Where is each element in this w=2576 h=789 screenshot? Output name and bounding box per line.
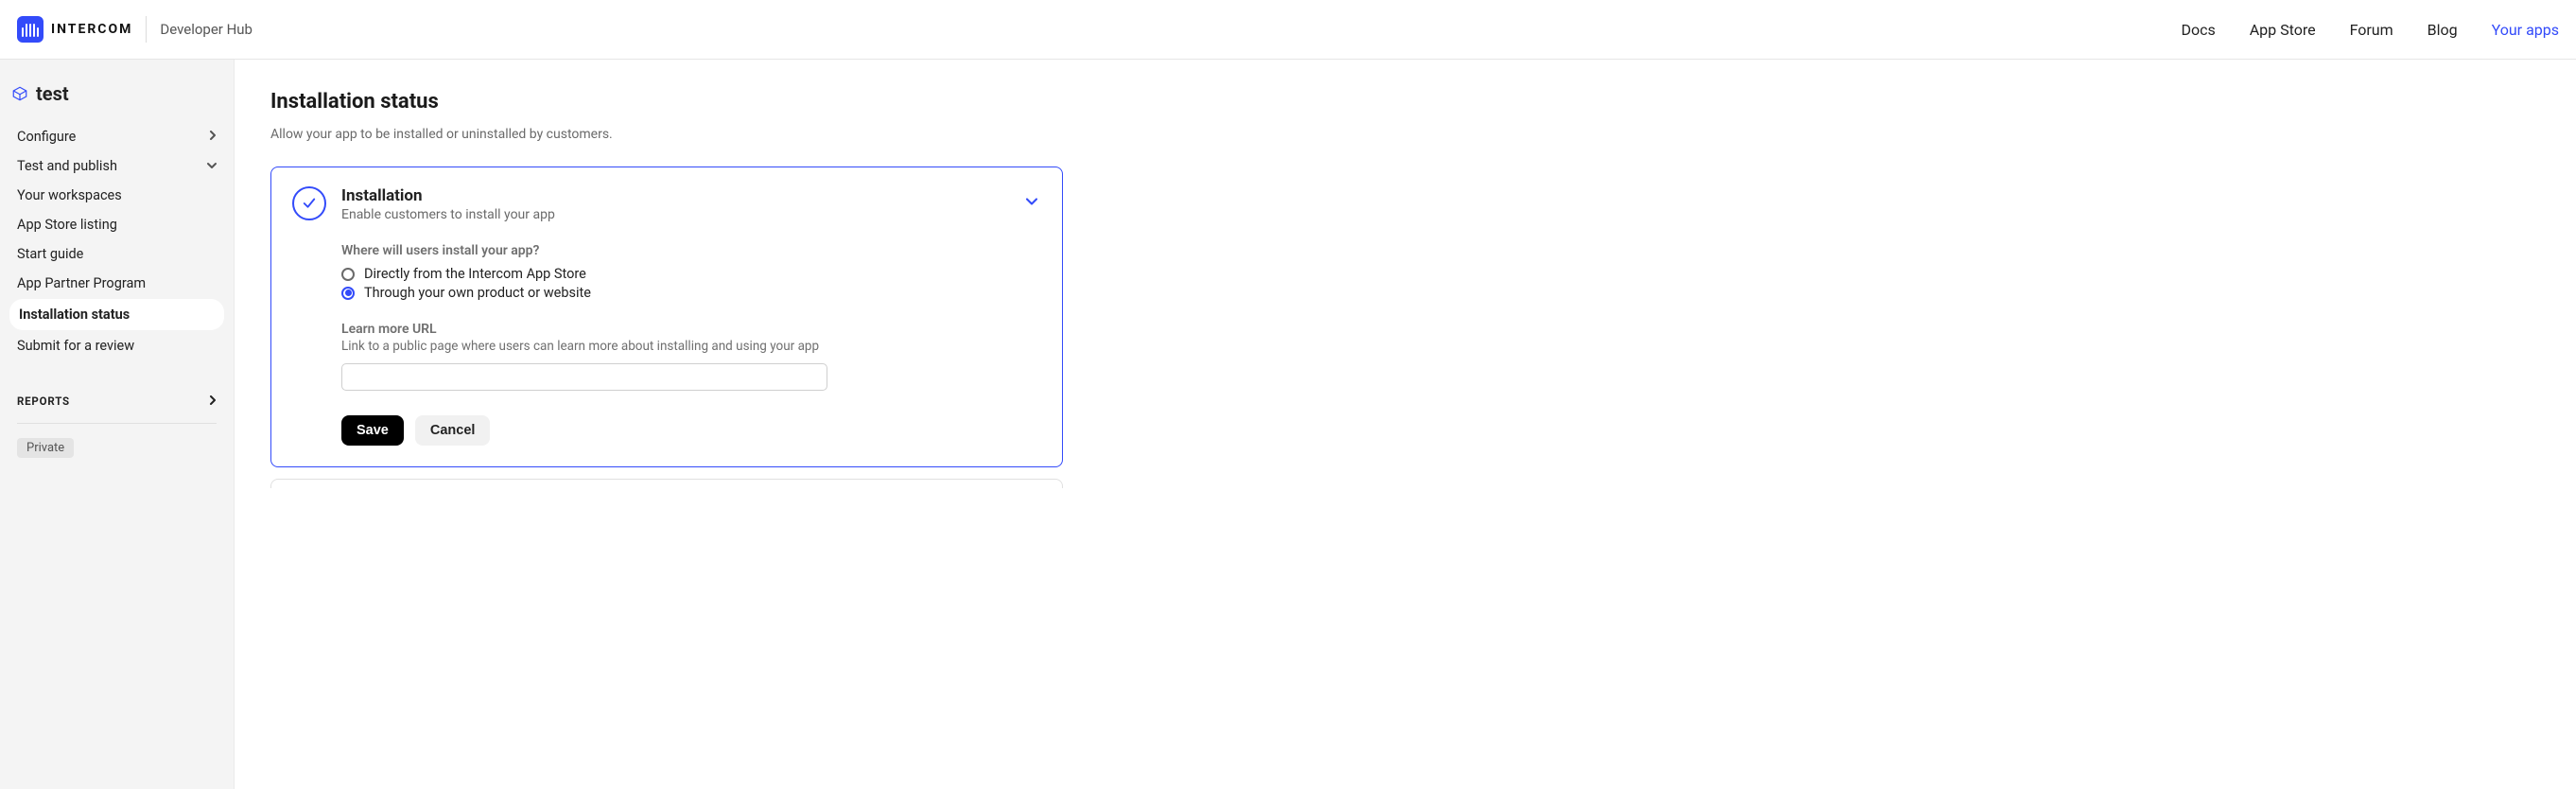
page-title: Installation status — [270, 90, 2540, 114]
card-header-text: Installation Enable customers to install… — [341, 186, 1007, 222]
radio-icon — [341, 268, 355, 281]
sidebar-item-label: App Partner Program — [17, 275, 146, 291]
nav-forum[interactable]: Forum — [2350, 21, 2393, 39]
cancel-button[interactable]: Cancel — [415, 415, 491, 446]
developer-hub-link[interactable]: Developer Hub — [160, 21, 252, 38]
check-circle-icon — [292, 186, 326, 220]
sidebar-item-label: Test and publish — [17, 158, 117, 174]
sidebar-item-label: Submit for a review — [17, 338, 134, 354]
page-subtitle: Allow your app to be installed or uninst… — [270, 127, 2540, 142]
topbar-divider — [146, 16, 147, 43]
sidebar-item-label: Your workspaces — [17, 187, 122, 203]
radio-option-own-website[interactable]: Through your own product or website — [341, 285, 1041, 301]
sidebar-item-label: Start guide — [17, 246, 83, 262]
learn-more-url-help: Link to a public page where users can le… — [341, 339, 1041, 354]
card-subtitle: Enable customers to install your app — [341, 207, 1007, 222]
sidebar-item-listing[interactable]: App Store listing — [9, 211, 224, 238]
sidebar-item-installation-status[interactable]: Installation status — [9, 299, 224, 330]
sidebar-item-start-guide[interactable]: Start guide — [9, 240, 224, 268]
topbar: INTERCOM Developer Hub Docs App Store Fo… — [0, 0, 2576, 60]
nav-blog[interactable]: Blog — [2428, 21, 2458, 39]
radio-label: Directly from the Intercom App Store — [364, 266, 586, 282]
learn-more-url-label: Learn more URL — [341, 322, 1041, 337]
intercom-bars-icon — [22, 22, 39, 37]
sidebar-app-title[interactable]: test — [9, 82, 224, 122]
chevron-right-icon — [209, 131, 217, 143]
sidebar-item-test-publish[interactable]: Test and publish — [9, 152, 224, 180]
save-button[interactable]: Save — [341, 415, 404, 446]
next-card-stub — [270, 479, 1063, 488]
chevron-down-icon — [207, 160, 217, 172]
sidebar-divider — [17, 423, 217, 424]
install-location-question: Where will users install your app? — [341, 243, 1041, 258]
sidebar-item-label: Installation status — [19, 307, 130, 323]
installation-card: Installation Enable customers to install… — [270, 167, 1063, 467]
sidebar-reports-label: REPORTS — [17, 394, 70, 408]
sidebar-item-workspaces[interactable]: Your workspaces — [9, 182, 224, 209]
sidebar-item-label: App Store listing — [17, 217, 117, 233]
radio-icon — [341, 287, 355, 300]
learn-more-url-input[interactable] — [341, 363, 827, 391]
topbar-nav: Docs App Store Forum Blog Your apps — [2181, 21, 2559, 39]
intercom-logo-icon — [17, 16, 44, 43]
radio-option-app-store[interactable]: Directly from the Intercom App Store — [341, 266, 1041, 282]
private-badge: Private — [17, 438, 74, 458]
cube-icon — [11, 85, 28, 102]
chevron-right-icon — [209, 394, 217, 408]
nav-docs[interactable]: Docs — [2181, 21, 2215, 39]
intercom-wordmark: INTERCOM — [51, 22, 132, 37]
sidebar-reports-header[interactable]: REPORTS — [9, 387, 224, 415]
sidebar-item-submit-review[interactable]: Submit for a review — [9, 332, 224, 359]
card-header: Installation Enable customers to install… — [292, 186, 1041, 222]
chevron-down-icon — [1022, 192, 1041, 211]
card-body: Where will users install your app? Direc… — [292, 243, 1041, 446]
sidebar-app-name: test — [36, 82, 69, 105]
button-row: Save Cancel — [341, 415, 1041, 446]
private-badge-container: Private — [9, 437, 224, 458]
layout: test Configure Test and publish Your wor… — [0, 60, 2576, 789]
sidebar-item-partner-program[interactable]: App Partner Program — [9, 270, 224, 297]
topbar-left: INTERCOM Developer Hub — [17, 16, 252, 43]
sidebar-item-label: Configure — [17, 129, 76, 145]
card-collapse-toggle[interactable] — [1022, 186, 1041, 215]
nav-app-store[interactable]: App Store — [2250, 21, 2316, 39]
card-title: Installation — [341, 186, 1007, 205]
sidebar-item-configure[interactable]: Configure — [9, 123, 224, 150]
sidebar: test Configure Test and publish Your wor… — [0, 60, 235, 789]
main-content: Installation status Allow your app to be… — [235, 60, 2576, 789]
radio-label: Through your own product or website — [364, 285, 591, 301]
intercom-logo-link[interactable]: INTERCOM — [17, 16, 132, 43]
nav-your-apps[interactable]: Your apps — [2492, 21, 2559, 39]
